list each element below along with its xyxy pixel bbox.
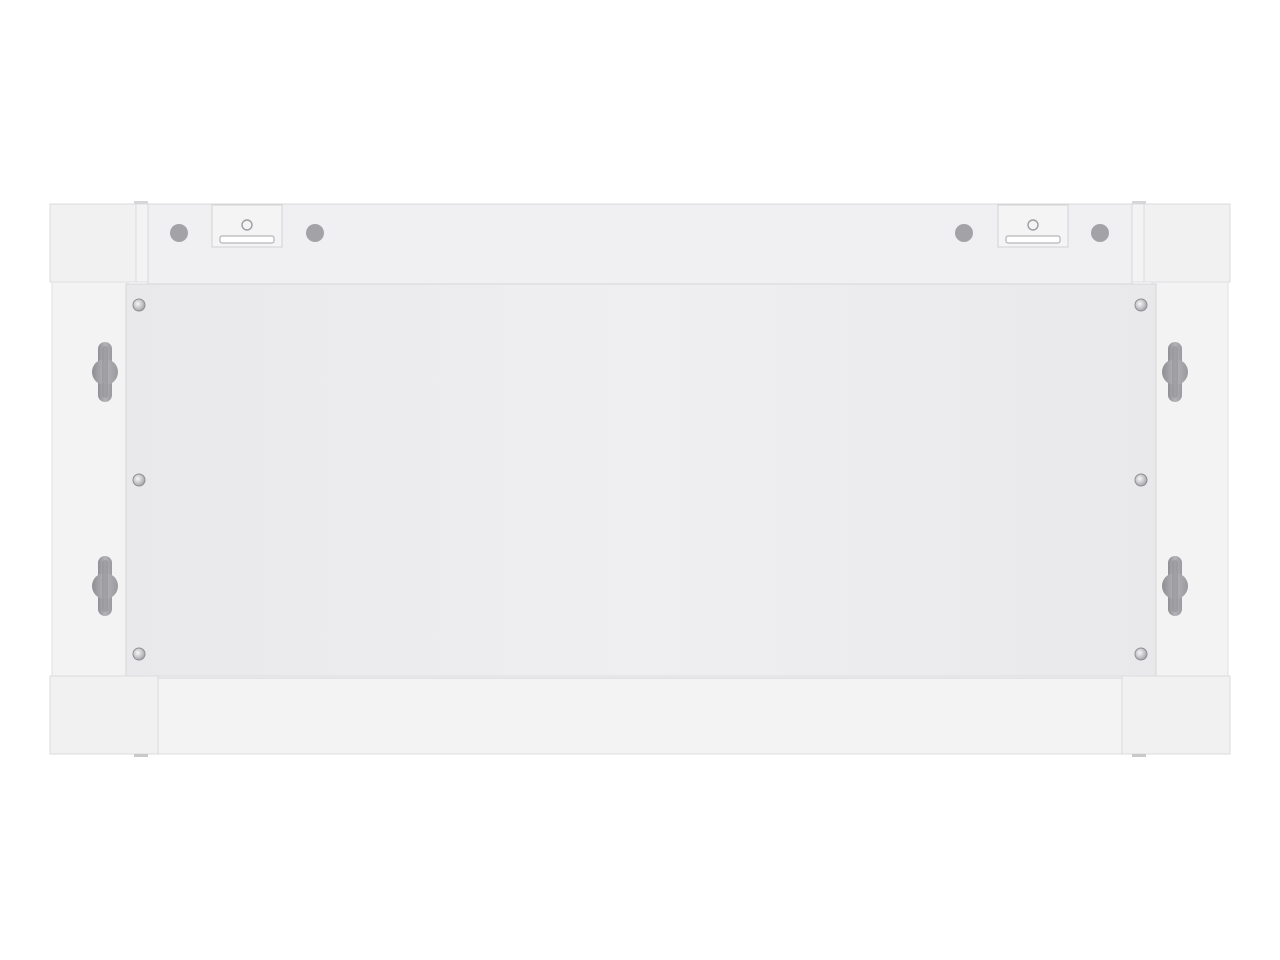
screw-icon (1134, 473, 1148, 487)
screw-icon (132, 298, 146, 312)
cabinet-back-view (49, 201, 1231, 757)
left-latch-bracket (211, 204, 283, 248)
screw-icon (132, 647, 146, 661)
screw-icon (132, 473, 146, 487)
back-panel (125, 283, 1157, 677)
product-photo (0, 0, 1280, 960)
right-latch-bracket (997, 204, 1069, 248)
screw-icon (1134, 298, 1148, 312)
screw-icon (1134, 647, 1148, 661)
